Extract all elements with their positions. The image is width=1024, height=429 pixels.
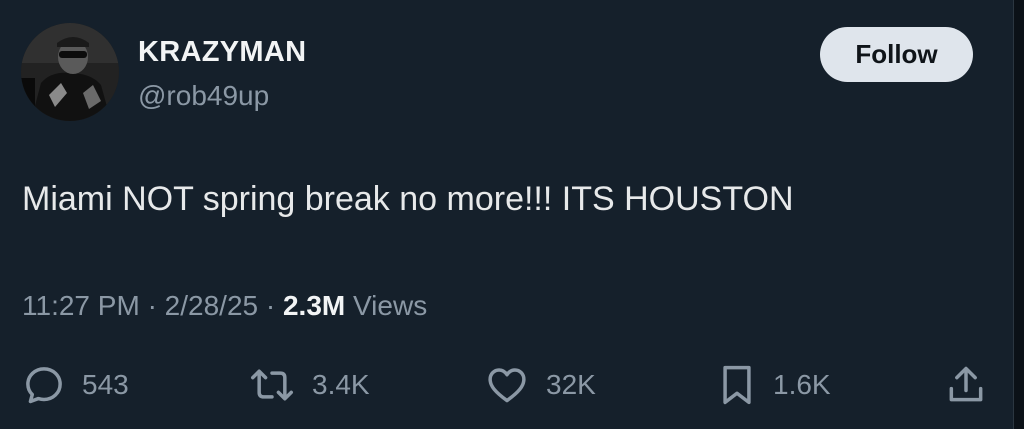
reply-count: 543 [82, 369, 129, 400]
like-button[interactable]: 32K [484, 362, 596, 408]
views-count: 2.3M [282, 290, 346, 321]
like-count: 32K [546, 369, 596, 400]
avatar[interactable] [21, 23, 119, 121]
bookmark-button[interactable]: 1.6K [717, 362, 831, 408]
heart-icon [488, 368, 526, 403]
avatar-image [21, 23, 119, 121]
retweet-icon [251, 369, 293, 401]
retweet-button[interactable]: 3.4K [248, 362, 370, 408]
reply-button[interactable]: 543 [22, 362, 129, 408]
display-name[interactable]: KRAZYMAN [138, 36, 306, 69]
tweet-time[interactable]: 11:27 PM [22, 290, 140, 321]
meta-separator: · [147, 290, 157, 321]
share-button[interactable] [944, 362, 988, 408]
bookmark-count: 1.6K [773, 369, 831, 400]
tweet-date[interactable]: 2/28/25 [165, 290, 258, 321]
meta-separator: · [265, 290, 276, 321]
tweet-text: Miami NOT spring break no more!!! ITS HO… [22, 180, 794, 218]
reply-icon [26, 367, 62, 404]
tweet-meta: 11:27 PM · 2/28/25 · 2.3M Views [22, 290, 427, 322]
views-label: Views [353, 290, 428, 321]
user-handle[interactable]: @rob49up [138, 80, 269, 112]
bookmark-icon [723, 365, 751, 405]
follow-button[interactable]: Follow [820, 27, 973, 82]
retweet-count: 3.4K [312, 369, 370, 400]
share-icon [949, 366, 983, 402]
scroll-edge [1013, 0, 1024, 429]
